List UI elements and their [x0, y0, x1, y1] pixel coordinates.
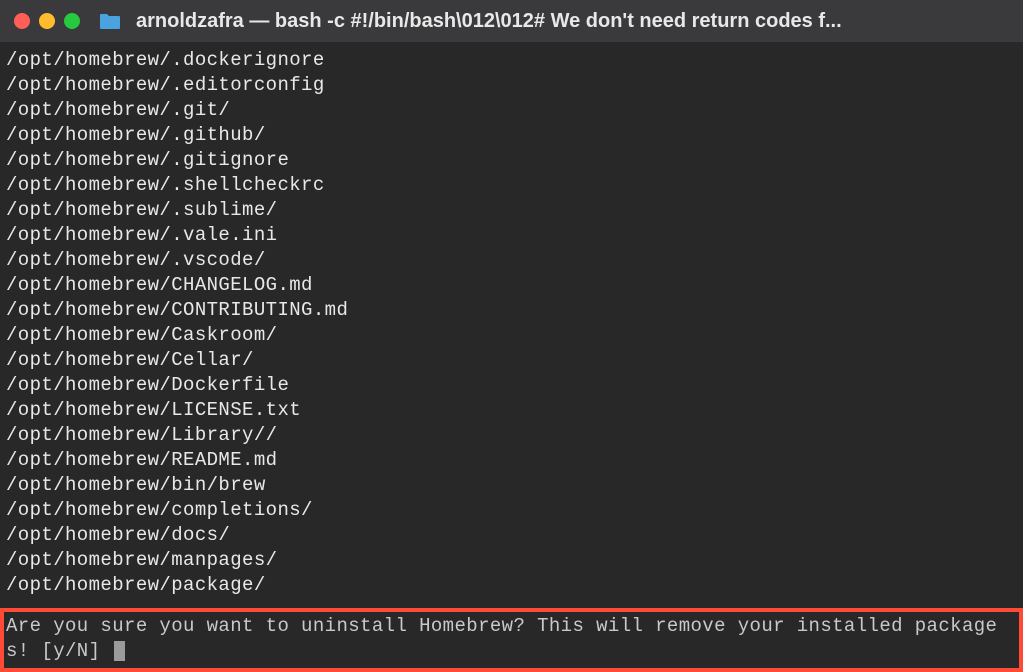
output-line: /opt/homebrew/Library// — [6, 423, 1023, 448]
output-line: /opt/homebrew/CHANGELOG.md — [6, 273, 1023, 298]
output-line: /opt/homebrew/.vale.ini — [6, 223, 1023, 248]
output-line: /opt/homebrew/bin/brew — [6, 473, 1023, 498]
output-line: /opt/homebrew/.vscode/ — [6, 248, 1023, 273]
maximize-icon[interactable] — [64, 13, 80, 29]
terminal-output[interactable]: /opt/homebrew/.dockerignore/opt/homebrew… — [0, 42, 1023, 672]
window-title: arnoldzafra — bash -c #!/bin/bash\012\01… — [136, 10, 1009, 33]
output-line: /opt/homebrew/.dockerignore — [6, 48, 1023, 73]
output-line: /opt/homebrew/.editorconfig — [6, 73, 1023, 98]
output-line: /opt/homebrew/README.md — [6, 448, 1023, 473]
confirmation-prompt-highlight: Are you sure you want to uninstall Homeb… — [0, 608, 1023, 672]
cursor-icon — [114, 641, 125, 661]
output-line: /opt/homebrew/.sublime/ — [6, 198, 1023, 223]
output-line: /opt/homebrew/package/ — [6, 573, 1023, 598]
output-line: /opt/homebrew/completions/ — [6, 498, 1023, 523]
close-icon[interactable] — [14, 13, 30, 29]
output-line: /opt/homebrew/.github/ — [6, 123, 1023, 148]
output-line: /opt/homebrew/.shellcheckrc — [6, 173, 1023, 198]
minimize-icon[interactable] — [39, 13, 55, 29]
output-line: /opt/homebrew/LICENSE.txt — [6, 398, 1023, 423]
output-line: /opt/homebrew/docs/ — [6, 523, 1023, 548]
folder-icon — [99, 12, 121, 30]
output-line: /opt/homebrew/manpages/ — [6, 548, 1023, 573]
output-lines: /opt/homebrew/.dockerignore/opt/homebrew… — [6, 48, 1023, 598]
output-line: /opt/homebrew/Caskroom/ — [6, 323, 1023, 348]
output-line: /opt/homebrew/CONTRIBUTING.md — [6, 298, 1023, 323]
confirmation-prompt[interactable]: Are you sure you want to uninstall Homeb… — [6, 615, 997, 662]
terminal-window: arnoldzafra — bash -c #!/bin/bash\012\01… — [0, 0, 1023, 672]
window-titlebar[interactable]: arnoldzafra — bash -c #!/bin/bash\012\01… — [0, 0, 1023, 42]
output-line: /opt/homebrew/Dockerfile — [6, 373, 1023, 398]
output-line: /opt/homebrew/.git/ — [6, 98, 1023, 123]
output-line: /opt/homebrew/.gitignore — [6, 148, 1023, 173]
output-line: /opt/homebrew/Cellar/ — [6, 348, 1023, 373]
